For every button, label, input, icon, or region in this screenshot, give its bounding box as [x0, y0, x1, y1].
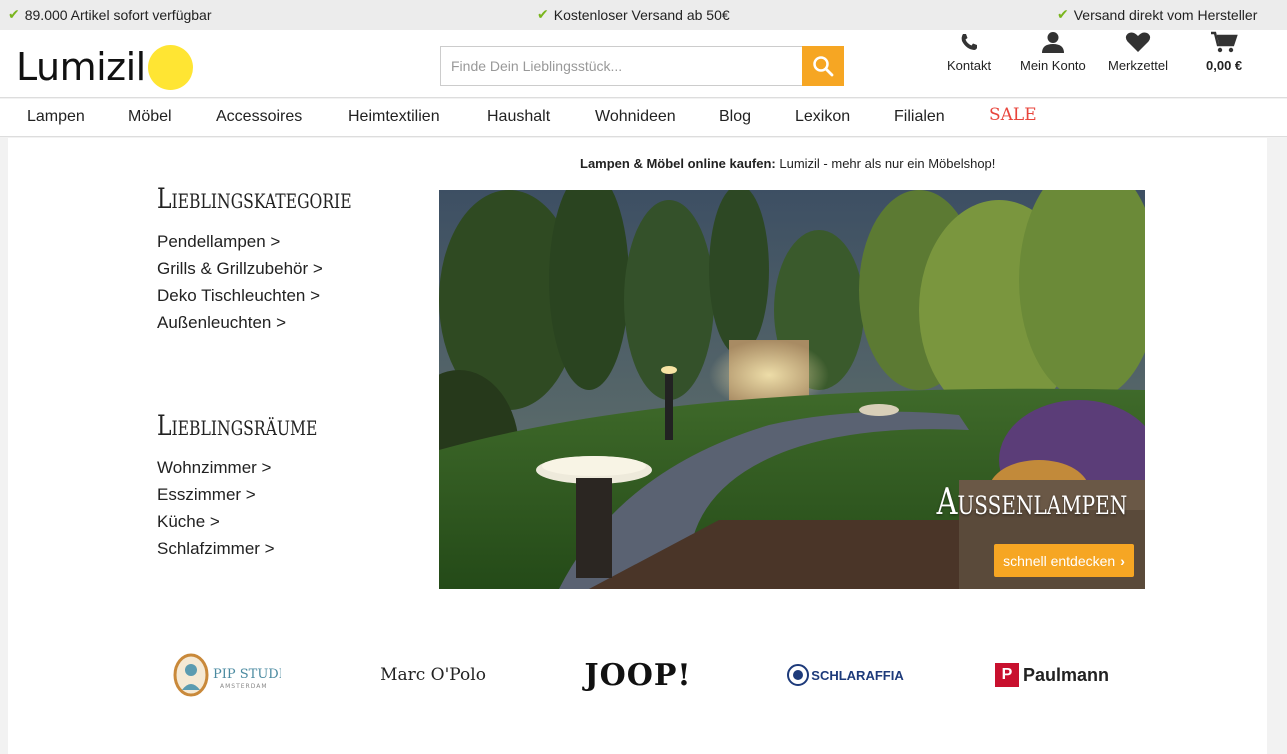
- brand-schlaraffia[interactable]: SCHLARAFFIA: [783, 652, 908, 698]
- usp-item: ✔ Versand direkt vom Hersteller: [1057, 6, 1257, 23]
- phone-icon: [961, 34, 978, 50]
- nav-item-filialen[interactable]: Filialen: [894, 108, 945, 126]
- kategorie-link[interactable]: Grills & Grillzubehör >: [157, 255, 323, 282]
- paulmann-logo-icon: P: [994, 663, 1019, 687]
- kategorie-link[interactable]: Deko Tischleuchten >: [157, 282, 323, 309]
- logo-dot: [147, 44, 193, 90]
- schlaraffia-text: SCHLARAFFIA: [811, 667, 904, 683]
- nav-item-lampen[interactable]: Lampen: [27, 108, 85, 126]
- search-button[interactable]: [802, 46, 844, 86]
- search-icon: [813, 56, 834, 77]
- chevron-right-icon: ›: [1120, 552, 1125, 569]
- kategorie-title: Lieblingskategorie: [157, 182, 352, 215]
- usp-text: Versand direkt vom Hersteller: [1073, 6, 1258, 23]
- nav-item-blog[interactable]: Blog: [719, 108, 751, 126]
- tagline-text: Lumizil - mehr als nur ein Möbelshop!: [775, 156, 996, 171]
- hero-cta-button[interactable]: schnell entdecken ›: [994, 544, 1134, 577]
- paulmann-text: Paulmann: [1022, 664, 1110, 685]
- brand-joop[interactable]: JOOP!: [578, 652, 698, 698]
- nav-item-moebel[interactable]: Möbel: [128, 108, 172, 126]
- header-link-cart[interactable]: 0,00 €: [1206, 30, 1242, 73]
- cart-icon: [1211, 31, 1238, 53]
- nav-item-lexikon[interactable]: Lexikon: [795, 108, 850, 126]
- usp-item: ✔ Kostenloser Versand ab 50€: [537, 6, 730, 23]
- nav-item-sale[interactable]: SALE: [989, 105, 1037, 125]
- hero-image: [439, 190, 1145, 589]
- user-icon: [1041, 32, 1064, 53]
- hero-cta-label: schnell entdecken: [1003, 552, 1116, 569]
- logo-text: Lumizil: [16, 45, 146, 89]
- check-icon: ✔: [1057, 6, 1069, 22]
- header-link-account[interactable]: Mein Konto: [1020, 30, 1086, 73]
- usp-text: Kostenloser Versand ab 50€: [553, 6, 730, 23]
- hero-title: Außenlampen: [936, 482, 1127, 523]
- tagline-bold: Lampen & Möbel online kaufen:: [580, 156, 776, 171]
- brand-marc-opolo[interactable]: Marc O'Polo: [368, 652, 498, 698]
- nav-item-wohnideen[interactable]: Wohnideen: [595, 108, 676, 126]
- raum-link[interactable]: Küche >: [157, 508, 275, 535]
- raeume-list: Wohnzimmer > Esszimmer > Küche > Schlafz…: [157, 454, 275, 562]
- hero-banner[interactable]: Außenlampen schnell entdecken ›: [439, 190, 1145, 589]
- kategorie-list: Pendellampen > Grills & Grillzubehör > D…: [157, 228, 323, 336]
- header-link-label: Kontakt: [947, 58, 992, 73]
- pip-studio-sub: AMSTERDAM: [220, 683, 268, 690]
- header-link-label: Merkzettel: [1108, 58, 1168, 73]
- usp-item: ✔ 89.000 Artikel sofort verfügbar: [8, 6, 212, 23]
- site-logo[interactable]: Lumizil: [16, 44, 193, 90]
- main-content: Lampen & Möbel online kaufen: Lumizil - …: [8, 138, 1267, 754]
- site-header: Lumizil Kontakt Mein Konto Merkzettel 0,…: [0, 30, 1287, 98]
- nav-item-haushalt[interactable]: Haushalt: [487, 108, 550, 126]
- search-input[interactable]: [440, 46, 802, 86]
- check-icon: ✔: [537, 6, 549, 22]
- brand-paulmann[interactable]: P Paulmann: [992, 652, 1112, 698]
- schlaraffia-emblem-icon: [787, 664, 810, 686]
- kategorie-link[interactable]: Pendellampen >: [157, 228, 323, 255]
- heart-icon: [1125, 32, 1151, 52]
- raeume-title: Lieblingsräume: [157, 409, 318, 442]
- nav-item-accessoires[interactable]: Accessoires: [216, 108, 302, 126]
- header-link-label: Mein Konto: [1020, 58, 1086, 73]
- kategorie-link[interactable]: Außenleuchten >: [157, 309, 323, 336]
- cart-total: 0,00 €: [1206, 58, 1243, 73]
- search-bar: [440, 46, 844, 86]
- raum-link[interactable]: Wohnzimmer >: [157, 454, 275, 481]
- check-icon: ✔: [8, 6, 20, 22]
- raum-link[interactable]: Schlafzimmer >: [157, 535, 275, 562]
- brand-pip-studio[interactable]: PIP STUDIO AMSTERDAM: [171, 652, 281, 698]
- pip-studio-text: PIP STUDIO: [213, 667, 281, 682]
- usp-bar: ✔ 89.000 Artikel sofort verfügbar ✔ Kosten…: [0, 0, 1287, 30]
- header-link-kontakt[interactable]: Kontakt: [947, 30, 991, 73]
- pip-studio-logo: PIP STUDIO AMSTERDAM: [173, 653, 281, 697]
- tagline: Lampen & Möbel online kaufen: Lumizil - …: [580, 156, 995, 171]
- raum-link[interactable]: Esszimmer >: [157, 481, 275, 508]
- header-link-wishlist[interactable]: Merkzettel: [1108, 30, 1168, 73]
- main-nav: Lampen Möbel Accessoires Heimtextilien H…: [0, 99, 1287, 137]
- nav-item-heimtextilien[interactable]: Heimtextilien: [348, 108, 440, 126]
- usp-text: 89.000 Artikel sofort verfügbar: [24, 6, 212, 23]
